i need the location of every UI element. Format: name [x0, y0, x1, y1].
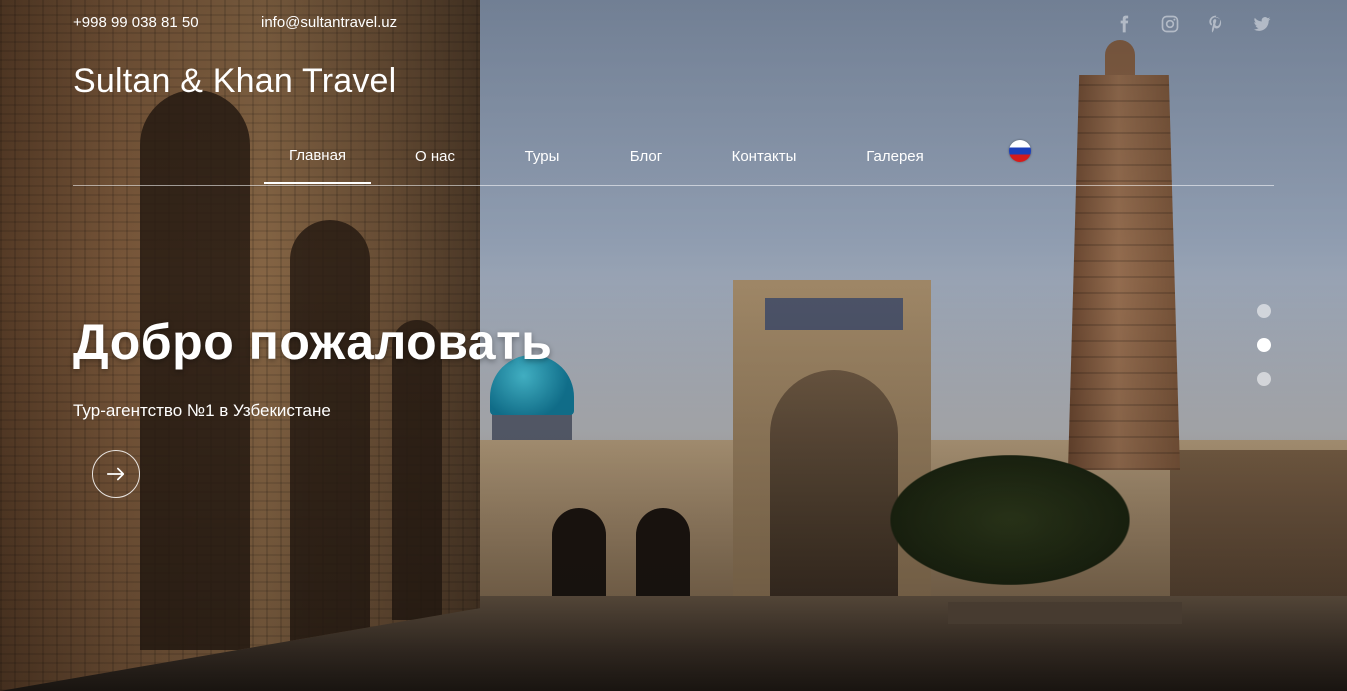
- nav-item-home[interactable]: Главная: [264, 128, 371, 184]
- pinterest-icon[interactable]: [1204, 12, 1228, 36]
- email-link[interactable]: info@sultantravel.uz: [261, 14, 397, 31]
- hero-next-button[interactable]: [92, 450, 140, 498]
- instagram-icon[interactable]: [1158, 12, 1182, 36]
- slider-dot[interactable]: [1257, 372, 1271, 386]
- nav-item-blog[interactable]: Блог: [585, 128, 707, 184]
- facebook-icon[interactable]: [1112, 12, 1136, 36]
- main-nav: Главная О нас Туры Блог Контакты Галерея: [264, 128, 1031, 186]
- slider-dot-active[interactable]: [1257, 338, 1271, 352]
- hero-subtitle: Тур-агентство №1 в Узбекистане: [73, 401, 331, 420]
- nav-item-contacts[interactable]: Контакты: [707, 128, 821, 184]
- slider-dots: [1257, 304, 1271, 386]
- nav-item-about[interactable]: О нас: [371, 128, 499, 184]
- nav-item-tours[interactable]: Туры: [499, 128, 585, 184]
- ru-flag-icon[interactable]: [1009, 140, 1031, 162]
- twitter-icon[interactable]: [1250, 12, 1274, 36]
- arrow-right-icon: [106, 467, 125, 481]
- phone-link[interactable]: +998 99 038 81 50: [73, 14, 199, 31]
- site-logo-text[interactable]: Sultan & Khan Travel: [73, 62, 396, 101]
- nav-item-gallery[interactable]: Галерея: [821, 128, 969, 184]
- top-bar: +998 99 038 81 50 info@sultantravel.uz: [73, 14, 1274, 34]
- hero-title: Добро пожаловать: [73, 314, 553, 370]
- nav-divider: [73, 185, 1274, 186]
- social-links: [1112, 12, 1274, 36]
- slider-dot[interactable]: [1257, 304, 1271, 318]
